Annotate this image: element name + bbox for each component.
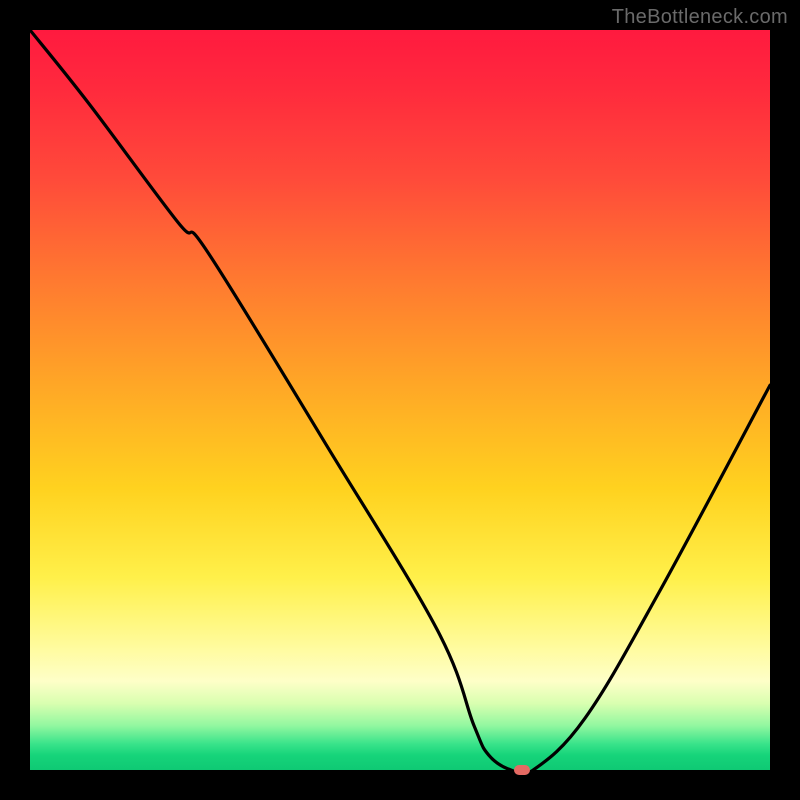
plot-area: [30, 30, 770, 770]
chart-frame: TheBottleneck.com: [0, 0, 800, 800]
watermark-text: TheBottleneck.com: [612, 6, 788, 29]
bottleneck-curve: [30, 30, 770, 770]
optimal-point-marker: [514, 765, 530, 775]
